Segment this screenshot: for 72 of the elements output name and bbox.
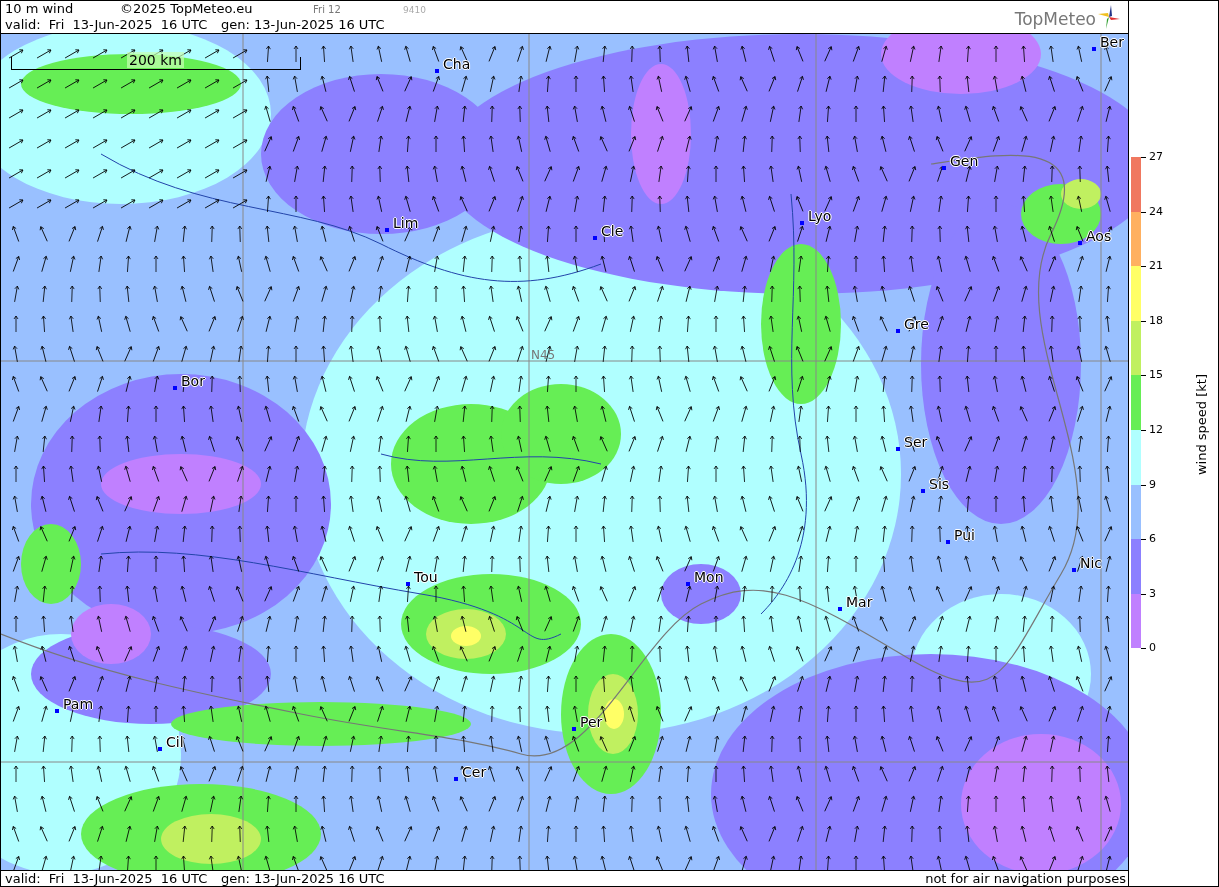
- city-label: Cer: [462, 764, 487, 780]
- tick-mark: [1141, 320, 1146, 322]
- city-label: Mar: [846, 594, 873, 610]
- disclaimer-text: not for air navigation purposes: [925, 870, 1126, 887]
- city-marker: [1078, 241, 1082, 245]
- city-marker: [454, 777, 458, 781]
- copyright-text: ©2025 TopMeteo.eu: [120, 1, 254, 17]
- tick-label: 12: [1149, 421, 1163, 438]
- city-marker: [942, 166, 946, 170]
- code-label: 9410: [403, 4, 426, 17]
- city-marker: [406, 582, 410, 586]
- city-label: Ber: [1100, 34, 1124, 50]
- day-label: Fri 12: [313, 3, 342, 17]
- city-label: Nic: [1080, 555, 1103, 571]
- city-label: Lim: [393, 215, 419, 231]
- city-label: Mon: [694, 569, 724, 585]
- city-marker: [946, 540, 950, 544]
- compass-star-icon: [1098, 5, 1120, 29]
- city-label: Cha: [443, 56, 471, 72]
- city-label: Pui: [954, 527, 975, 543]
- tick-mark: [1141, 429, 1146, 431]
- city-marker: [921, 489, 925, 493]
- logo-text: TopMeteo: [1014, 9, 1096, 29]
- city-marker: [572, 727, 576, 731]
- city-label: Gre: [904, 316, 929, 332]
- city-marker: [1092, 47, 1096, 51]
- tick-label: 15: [1149, 367, 1163, 384]
- city-marker: [593, 236, 597, 240]
- legend-title: wind speed [kt]: [1194, 374, 1209, 475]
- city-marker: [686, 582, 690, 586]
- city-marker: [800, 221, 804, 225]
- city-marker: [896, 329, 900, 333]
- map-title: 10 m wind: [5, 1, 75, 17]
- city-label: Cil: [166, 734, 184, 750]
- tick-mark: [1141, 375, 1146, 377]
- city-label: Pam: [63, 696, 94, 712]
- tick-label: 24: [1149, 203, 1163, 220]
- city-label: Gen: [950, 153, 979, 169]
- tick-mark: [1141, 484, 1146, 486]
- city-marker: [1072, 568, 1076, 572]
- tick-label: 18: [1149, 312, 1163, 329]
- tick-mark: [1141, 266, 1146, 268]
- generated-time: gen: 13-Jun-2025 16 UTC: [221, 870, 386, 887]
- city-label: Bor: [181, 373, 205, 389]
- city-marker: [55, 709, 59, 713]
- valid-time: valid: Fri 13-Jun-2025 16 UTC: [5, 17, 209, 33]
- city-marker: [838, 607, 842, 611]
- city-label: Lyo: [808, 208, 832, 224]
- city-marker: [435, 69, 439, 73]
- tick-mark: [1141, 648, 1146, 650]
- generated-time: gen: 13-Jun-2025 16 UTC: [221, 17, 385, 33]
- city-marker: [896, 447, 900, 451]
- valid-time: valid: Fri 13-Jun-2025 16 UTC: [5, 870, 209, 887]
- city-label: Per: [580, 714, 603, 730]
- tick-mark: [1141, 211, 1146, 213]
- scale-label: 200 km: [127, 52, 184, 68]
- city-marker: [173, 386, 177, 390]
- tick-label: 3: [1149, 585, 1156, 602]
- city-marker: [158, 747, 162, 751]
- tick-label: 21: [1149, 258, 1163, 275]
- tick-mark: [1141, 157, 1146, 158]
- city-label: Cle: [601, 223, 624, 239]
- city-marker: [385, 228, 389, 232]
- tick-mark: [1141, 539, 1146, 541]
- tick-label: 0: [1149, 640, 1156, 657]
- tick-label: 27: [1149, 149, 1163, 165]
- city-label: Aos: [1086, 228, 1112, 244]
- tick-label: 6: [1149, 531, 1156, 548]
- city-label: Tou: [414, 569, 438, 585]
- tick-label: 9: [1149, 476, 1156, 493]
- tick-mark: [1141, 593, 1146, 595]
- city-label: Sis: [929, 476, 950, 492]
